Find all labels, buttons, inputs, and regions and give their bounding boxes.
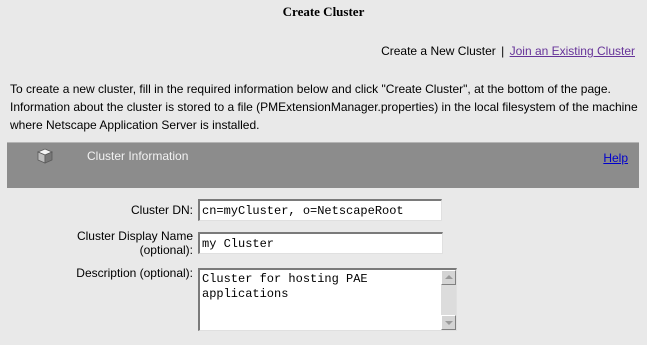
cluster-mode-nav: Create a New Cluster | Join an Existing … bbox=[381, 44, 635, 58]
display-name-label: Cluster Display Name (optional): bbox=[77, 229, 193, 257]
arrow-down-icon bbox=[445, 321, 453, 325]
description-scrollbar[interactable] bbox=[441, 270, 456, 330]
create-new-cluster-label: Create a New Cluster bbox=[381, 44, 496, 58]
description-label: Description (optional): bbox=[76, 266, 193, 280]
join-existing-cluster-link[interactable]: Join an Existing Cluster bbox=[510, 44, 635, 58]
cluster-dn-label: Cluster DN: bbox=[130, 203, 193, 217]
description-text: Cluster for hosting PAE applications bbox=[202, 272, 368, 301]
help-link[interactable]: Help bbox=[603, 151, 628, 165]
description-textarea[interactable]: Cluster for hosting PAE applications bbox=[198, 268, 457, 331]
panel-header: Cluster Information Help bbox=[7, 142, 639, 188]
scroll-up-button[interactable] bbox=[441, 270, 456, 285]
display-name-label-line1: Cluster Display Name bbox=[76, 229, 193, 243]
scroll-down-button[interactable] bbox=[441, 315, 456, 330]
display-name-label-line2: (optional): bbox=[139, 243, 193, 257]
nav-separator: | bbox=[501, 44, 505, 58]
display-name-input[interactable] bbox=[198, 232, 443, 254]
page-title: Create Cluster bbox=[282, 4, 365, 19]
cluster-information-panel: Cluster Information Help Cluster DN: Clu… bbox=[7, 142, 639, 345]
intro-text: To create a new cluster, fill in the req… bbox=[10, 82, 638, 132]
title-bar: Create Cluster bbox=[0, 0, 647, 24]
cluster-dn-input[interactable] bbox=[198, 199, 442, 221]
panel-title: Cluster Information bbox=[87, 149, 189, 163]
arrow-up-icon bbox=[445, 275, 453, 279]
cube-icon bbox=[35, 147, 55, 165]
panel-body: Cluster DN: Cluster Display Name (option… bbox=[7, 188, 639, 345]
